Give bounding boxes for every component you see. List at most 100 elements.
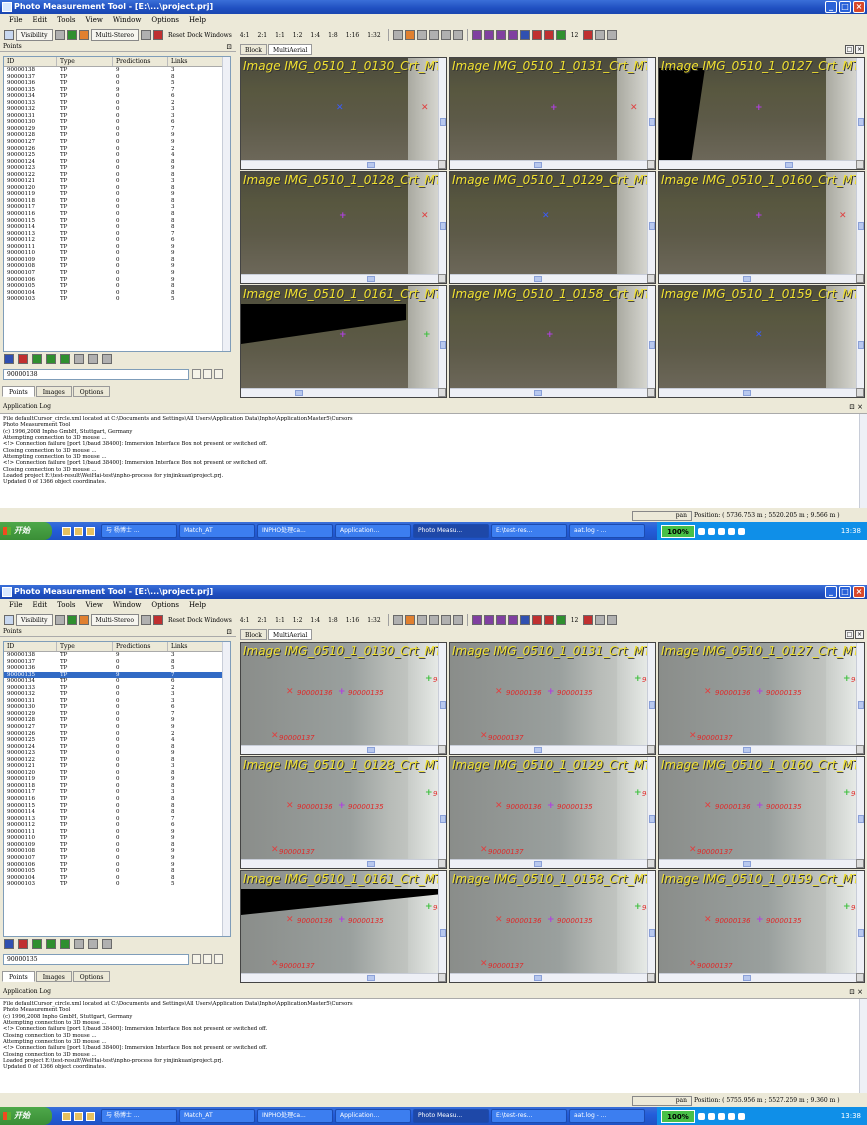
tool-icon[interactable] bbox=[392, 29, 403, 40]
multistereo-button[interactable]: Multi-Stereo bbox=[90, 28, 139, 41]
aerial-photo[interactable]: ✕90000136+90000135+90✕90000137Image IMG_… bbox=[450, 643, 649, 747]
task-button[interactable]: E:\test-res... bbox=[491, 1109, 567, 1123]
green-icon[interactable] bbox=[555, 614, 566, 625]
zoom-2-1[interactable]: 2:1 bbox=[254, 29, 270, 41]
badge-12[interactable]: 12 bbox=[568, 614, 582, 626]
tray-icon[interactable] bbox=[698, 1112, 705, 1120]
pan-hand-icon[interactable] bbox=[140, 614, 151, 625]
task-button[interactable]: Match_AT bbox=[179, 1109, 255, 1123]
zoom-1-32[interactable]: 1:32 bbox=[364, 614, 383, 626]
grid-icon[interactable] bbox=[428, 29, 439, 40]
menu-view[interactable]: View bbox=[81, 14, 108, 26]
log-text[interactable]: File defaultCursor_circle.xml located at… bbox=[0, 413, 867, 508]
binoculars-icon[interactable] bbox=[88, 939, 98, 949]
col-links[interactable]: Links bbox=[168, 57, 223, 66]
zoom-1-32[interactable]: 1:32 bbox=[364, 29, 383, 41]
task-button[interactable]: Application... bbox=[335, 1109, 411, 1123]
menu-help[interactable]: Help bbox=[184, 14, 211, 26]
lock-icon[interactable] bbox=[404, 29, 415, 40]
zoom-1-16[interactable]: 1:16 bbox=[343, 29, 362, 41]
zoom-corner-icon[interactable] bbox=[647, 973, 655, 982]
image-cell[interactable]: ✕90000136+90000135+90✕90000137Image IMG_… bbox=[449, 756, 656, 869]
add-link-icon[interactable] bbox=[46, 354, 56, 364]
add-point-icon[interactable] bbox=[66, 614, 77, 625]
tab-multiaerial[interactable]: MultiAerial bbox=[267, 44, 313, 55]
image-cell[interactable]: ✕90000136+90000135+90✕90000137Image IMG_… bbox=[449, 642, 656, 755]
close-view-icon[interactable]: × bbox=[855, 45, 864, 54]
add-point-icon[interactable] bbox=[66, 29, 77, 40]
measure-icon[interactable] bbox=[78, 29, 89, 40]
menu-file[interactable]: File bbox=[4, 14, 27, 26]
tab-multiaerial[interactable]: MultiAerial bbox=[267, 629, 313, 640]
quicklaunch-icon[interactable] bbox=[86, 1111, 95, 1121]
save-icon[interactable] bbox=[4, 614, 14, 625]
image-cell[interactable]: ✕ Image IMG_0510_1_0159_Crt_MT bbox=[658, 285, 865, 398]
minimize-button[interactable]: _ bbox=[825, 1, 837, 13]
image-cell[interactable]: + ✕ Image IMG_0510_1_0131_Crt_MT bbox=[449, 57, 656, 170]
tray-icon[interactable] bbox=[728, 527, 735, 535]
zoom-cross-icon[interactable] bbox=[152, 614, 163, 625]
aerial-photo[interactable]: ✕90000136+90000135+90✕90000137Image IMG_… bbox=[241, 757, 440, 861]
zoom-corner-icon[interactable] bbox=[647, 859, 655, 868]
aerial-photo[interactable]: + + Image IMG_0510_1_0161_Crt_MT bbox=[241, 286, 440, 390]
image-cell[interactable]: ✕90000136+90000135+90✕90000137Image IMG_… bbox=[658, 870, 865, 983]
aerial-photo[interactable]: + Image IMG_0510_1_0158_Crt_MT bbox=[450, 286, 649, 390]
wand-icon[interactable] bbox=[583, 29, 594, 40]
zoom-corner-icon[interactable] bbox=[856, 859, 864, 868]
globe-icon[interactable] bbox=[519, 29, 530, 40]
grid-icon[interactable] bbox=[428, 614, 439, 625]
tray-icon[interactable] bbox=[738, 527, 745, 535]
zoom-corner-icon[interactable] bbox=[647, 160, 655, 169]
tab-options[interactable]: Options bbox=[72, 386, 111, 397]
aerial-photo[interactable]: ✕90000136+90000135+90✕90000137Image IMG_… bbox=[659, 871, 858, 975]
aerial-photo[interactable]: + Image IMG_0510_1_0127_Crt_MT bbox=[659, 58, 858, 162]
pin-icon[interactable]: ⊡ bbox=[226, 42, 232, 52]
image-cell[interactable]: ✕ Image IMG_0510_1_0129_Crt_MT bbox=[449, 171, 656, 284]
find-button[interactable] bbox=[192, 954, 201, 964]
quicklaunch-icon[interactable] bbox=[74, 526, 83, 536]
pin-icon[interactable]: ⊡ × bbox=[849, 987, 863, 997]
menu-tools[interactable]: Tools bbox=[52, 599, 80, 611]
image-cell[interactable]: + ✕ Image IMG_0510_1_0128_Crt_MT bbox=[240, 171, 447, 284]
menu-view[interactable]: View bbox=[81, 599, 108, 611]
visibility-dropdown[interactable]: Visibility bbox=[16, 28, 53, 41]
auto-icon[interactable] bbox=[60, 354, 70, 364]
col-type[interactable]: Type bbox=[57, 57, 113, 66]
task-button[interactable]: E:\test-res... bbox=[491, 524, 567, 538]
visibility-dropdown[interactable]: Visibility bbox=[16, 613, 53, 626]
add-icon[interactable] bbox=[32, 939, 42, 949]
tray-icon[interactable] bbox=[718, 527, 725, 535]
zoom-1-4[interactable]: 1:4 bbox=[307, 29, 323, 41]
search-icon[interactable] bbox=[595, 614, 606, 625]
auto-icon[interactable] bbox=[60, 939, 70, 949]
export-icon[interactable] bbox=[102, 354, 112, 364]
tab-options[interactable]: Options bbox=[72, 971, 111, 982]
zoom-corner-icon[interactable] bbox=[438, 160, 446, 169]
net-icon[interactable] bbox=[507, 29, 518, 40]
menu-window[interactable]: Window bbox=[108, 14, 147, 26]
aerial-photo[interactable]: ✕90000136+90000135+90✕90000137Image IMG_… bbox=[659, 757, 858, 861]
window-icon[interactable] bbox=[440, 29, 451, 40]
task-button[interactable]: INPHO处理ca... bbox=[257, 1109, 333, 1123]
zoom-badge[interactable]: 100% bbox=[661, 1109, 695, 1123]
wand-icon[interactable] bbox=[583, 614, 594, 625]
net-icon[interactable] bbox=[507, 614, 518, 625]
panel-icon[interactable] bbox=[452, 29, 463, 40]
cursor-icon[interactable] bbox=[54, 29, 65, 40]
search-icon[interactable] bbox=[595, 29, 606, 40]
task-button[interactable]: Match_AT bbox=[179, 524, 255, 538]
image-cell[interactable]: + Image IMG_0510_1_0158_Crt_MT bbox=[449, 285, 656, 398]
task-button[interactable]: INPHO处理ca... bbox=[257, 524, 333, 538]
col-id[interactable]: ID bbox=[4, 57, 57, 66]
aerial-photo[interactable]: ✕90000136+90000135+90✕90000137Image IMG_… bbox=[241, 643, 440, 747]
log-scrollbar[interactable] bbox=[859, 999, 867, 1093]
tray-icon[interactable] bbox=[738, 1112, 745, 1120]
prev-button[interactable] bbox=[203, 954, 212, 964]
edit-icon[interactable] bbox=[4, 939, 14, 949]
col-links[interactable]: Links bbox=[168, 642, 223, 651]
restore-view-icon[interactable]: □ bbox=[845, 45, 854, 54]
aerial-photo[interactable]: ✕90000136+90000135+90✕90000137Image IMG_… bbox=[450, 757, 649, 861]
table-scrollbar[interactable] bbox=[222, 57, 230, 351]
maximize-button[interactable]: □ bbox=[839, 1, 851, 13]
edit-icon[interactable] bbox=[4, 354, 14, 364]
